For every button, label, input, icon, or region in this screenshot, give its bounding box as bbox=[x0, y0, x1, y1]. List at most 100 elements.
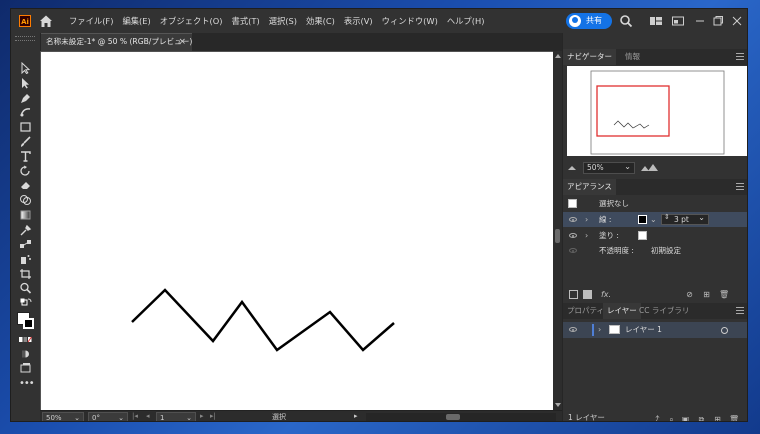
opacity-value[interactable]: 初期設定 bbox=[651, 243, 681, 258]
scrollbar-thumb[interactable] bbox=[555, 229, 560, 243]
horizontal-scrollbar[interactable] bbox=[366, 413, 556, 421]
stroke-color-swatch[interactable] bbox=[638, 215, 647, 224]
fx-icon[interactable]: fx. bbox=[599, 290, 613, 299]
duplicate-item-icon[interactable]: ⊞ bbox=[702, 290, 711, 299]
menu-help[interactable]: ヘルプ(H) bbox=[447, 9, 485, 33]
target-circle-icon[interactable] bbox=[721, 327, 728, 334]
delete-item-icon[interactable]: 🗑 bbox=[719, 290, 729, 299]
menu-object[interactable]: オブジェクト(O) bbox=[160, 9, 223, 33]
tab-navigator[interactable]: ナビゲーター bbox=[563, 49, 616, 65]
curvature-tool-icon[interactable] bbox=[19, 106, 32, 118]
chevron-right-icon[interactable]: › bbox=[585, 212, 588, 227]
tab-appearance[interactable]: アピアランス bbox=[563, 179, 616, 195]
restore-icon[interactable] bbox=[711, 14, 725, 28]
stroke-swatch[interactable] bbox=[23, 318, 34, 329]
shape-builder-tool-icon[interactable] bbox=[19, 194, 32, 206]
direct-selection-tool-icon[interactable] bbox=[19, 77, 32, 89]
navigator-zoom-field[interactable]: 50% ⌄ bbox=[583, 162, 635, 174]
new-layer-icon[interactable]: ⊞ bbox=[713, 415, 722, 421]
layer-name[interactable]: レイヤー 1 bbox=[625, 322, 662, 337]
minimize-icon[interactable] bbox=[693, 14, 707, 28]
clear-appearance-icon[interactable]: ⊘ bbox=[685, 290, 694, 299]
opacity-row[interactable]: 不透明度 : 初期設定 bbox=[563, 243, 747, 258]
visibility-eye-icon[interactable] bbox=[569, 217, 577, 222]
stepper-icon[interactable]: ⇕ bbox=[664, 213, 670, 221]
tab-layers[interactable]: レイヤー bbox=[603, 303, 641, 319]
add-stroke-icon[interactable] bbox=[569, 290, 578, 299]
rotation-dropdown[interactable]: 0° ⌄ bbox=[88, 412, 128, 421]
panel-menu-icon[interactable] bbox=[736, 183, 744, 190]
locate-object-icon[interactable]: ⌕ bbox=[667, 415, 676, 421]
panel-menu-icon[interactable] bbox=[736, 307, 744, 314]
more-tools-icon[interactable]: ••• bbox=[19, 378, 35, 389]
last-artboard-icon[interactable]: ▸| bbox=[210, 412, 216, 420]
first-artboard-icon[interactable]: |◂ bbox=[132, 412, 138, 420]
zoom-dropdown[interactable]: 50% ⌄ bbox=[42, 412, 84, 421]
fill-color-swatch[interactable] bbox=[638, 231, 647, 240]
chevron-right-icon[interactable]: › bbox=[598, 322, 601, 337]
next-artboard-icon[interactable]: ▸ bbox=[200, 412, 204, 420]
toolbar-grip[interactable] bbox=[15, 36, 35, 41]
screen-mode-icon[interactable] bbox=[19, 362, 32, 374]
visibility-eye-icon[interactable] bbox=[569, 233, 577, 238]
arrange-documents-icon[interactable] bbox=[671, 14, 685, 28]
eraser-tool-icon[interactable] bbox=[19, 179, 32, 191]
menu-window[interactable]: ウィンドウ(W) bbox=[382, 9, 438, 33]
zoom-slider[interactable] bbox=[639, 163, 663, 172]
add-fill-icon[interactable] bbox=[583, 290, 592, 299]
new-sublayer-icon[interactable]: ⧉ bbox=[697, 415, 706, 421]
type-tool-icon[interactable] bbox=[19, 150, 32, 162]
zoom-out-mountain-icon[interactable] bbox=[567, 163, 577, 171]
default-fill-stroke-icon[interactable] bbox=[19, 297, 32, 309]
panel-menu-icon[interactable] bbox=[736, 53, 744, 60]
stroke-row[interactable]: › 線 : ⌄ ⇕ 3 pt ⌄ bbox=[563, 212, 747, 227]
navigator-preview[interactable] bbox=[567, 66, 747, 156]
paintbrush-tool-icon[interactable] bbox=[19, 136, 32, 148]
gradient-tool-icon[interactable] bbox=[19, 209, 32, 221]
stroke-weight-field[interactable]: ⇕ 3 pt ⌄ bbox=[661, 213, 709, 225]
status-menu-arrow[interactable]: ▸ bbox=[354, 412, 358, 420]
artboard[interactable] bbox=[41, 52, 553, 410]
delete-layer-icon[interactable]: 🗑 bbox=[729, 415, 739, 421]
artboard-number-field[interactable]: 1 ⌄ bbox=[156, 412, 196, 421]
document-tab[interactable]: 名称未設定-1* @ 50 % (RGB/プレビュー) × bbox=[40, 33, 192, 51]
rotate-tool-icon[interactable] bbox=[19, 165, 32, 177]
prev-artboard-icon[interactable]: ◂ bbox=[146, 412, 150, 420]
layer-row[interactable]: › レイヤー 1 bbox=[563, 322, 747, 338]
menu-edit[interactable]: 編集(E) bbox=[122, 9, 150, 33]
scroll-up-arrow[interactable] bbox=[555, 54, 561, 58]
canvas-workspace[interactable] bbox=[40, 51, 553, 410]
tab-properties[interactable]: プロパティ bbox=[567, 303, 604, 319]
scroll-down-arrow[interactable] bbox=[555, 403, 561, 407]
zigzag-path[interactable] bbox=[131, 288, 395, 352]
workspace-switcher-icon[interactable] bbox=[649, 14, 663, 28]
pen-tool-icon[interactable] bbox=[19, 92, 32, 104]
zoom-tool-icon[interactable] bbox=[19, 282, 32, 294]
selection-tool-icon[interactable] bbox=[19, 62, 32, 74]
hscroll-thumb[interactable] bbox=[446, 414, 460, 420]
rectangle-tool-icon[interactable] bbox=[19, 121, 32, 133]
eyedropper-tool-icon[interactable] bbox=[19, 224, 32, 236]
symbol-sprayer-tool-icon[interactable] bbox=[19, 253, 32, 265]
tab-info[interactable]: 情報 bbox=[625, 49, 640, 65]
chevron-right-icon[interactable]: › bbox=[585, 228, 588, 243]
tab-cc-libraries[interactable]: CC ライブラリ bbox=[639, 303, 689, 319]
vertical-scrollbar[interactable] bbox=[553, 51, 562, 410]
close-tab-icon[interactable]: × bbox=[178, 34, 186, 50]
blend-tool-icon[interactable] bbox=[19, 238, 32, 250]
clipping-mask-icon[interactable]: ▣ bbox=[681, 415, 690, 421]
chevron-down-icon[interactable]: ⌄ bbox=[650, 212, 657, 227]
artboard-tool-icon[interactable] bbox=[19, 268, 32, 280]
home-icon[interactable] bbox=[38, 13, 54, 29]
close-icon[interactable] bbox=[730, 14, 744, 28]
menu-effect[interactable]: 効果(C) bbox=[306, 9, 335, 33]
fill-stroke-swatch[interactable] bbox=[17, 312, 37, 332]
export-icon[interactable]: ⤴ bbox=[651, 415, 660, 421]
color-mode-icons[interactable] bbox=[19, 334, 32, 346]
menu-type[interactable]: 書式(T) bbox=[232, 9, 260, 33]
menu-view[interactable]: 表示(V) bbox=[344, 9, 373, 33]
search-icon[interactable] bbox=[619, 14, 633, 28]
fill-row[interactable]: › 塗り : bbox=[563, 228, 747, 243]
visibility-eye-icon[interactable] bbox=[569, 327, 577, 332]
draw-mode-icon[interactable] bbox=[19, 348, 32, 360]
